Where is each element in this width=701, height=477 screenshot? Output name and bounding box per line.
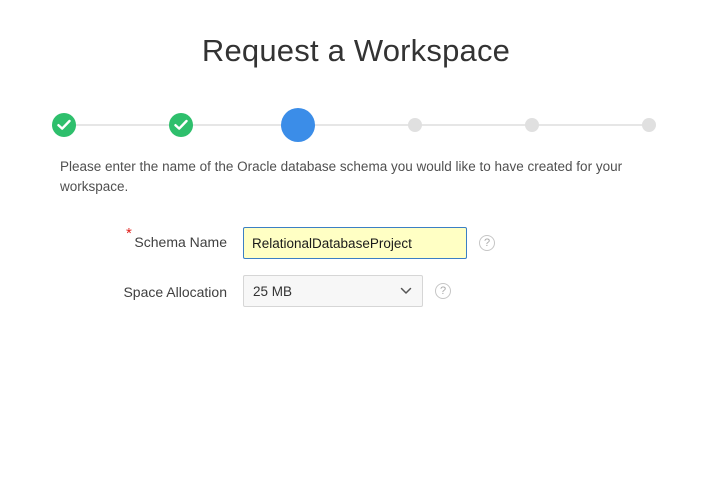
space-allocation-help-icon[interactable]: ?	[435, 283, 451, 299]
wizard-step-5-pending	[525, 118, 539, 132]
chevron-down-icon	[400, 287, 412, 294]
required-indicator: *	[126, 225, 132, 242]
space-allocation-row: Space Allocation 25 MB ?	[0, 275, 701, 309]
schema-name-row: * Schema Name ?	[0, 225, 701, 261]
checkmark-icon	[57, 119, 71, 130]
wizard-step-1-completed	[52, 113, 76, 137]
page-title: Request a Workspace	[201, 33, 511, 68]
schema-name-label: Schema Name	[134, 234, 227, 250]
schema-name-help-icon[interactable]: ?	[479, 235, 495, 251]
space-allocation-label: Space Allocation	[123, 284, 227, 300]
checkmark-icon	[174, 119, 188, 130]
space-allocation-value: 25 MB	[253, 284, 293, 299]
wizard-step-2-completed	[169, 113, 193, 137]
progress-wizard	[0, 105, 701, 145]
wizard-step-6-pending	[642, 118, 656, 132]
wizard-track	[64, 124, 649, 126]
space-allocation-select[interactable]: 25 MB	[243, 275, 423, 307]
schema-name-input[interactable]	[243, 227, 467, 259]
wizard-step-4-pending	[408, 118, 422, 132]
wizard-step-3-current	[281, 108, 315, 142]
instructions-text: Please enter the name of the Oracle data…	[60, 159, 623, 194]
